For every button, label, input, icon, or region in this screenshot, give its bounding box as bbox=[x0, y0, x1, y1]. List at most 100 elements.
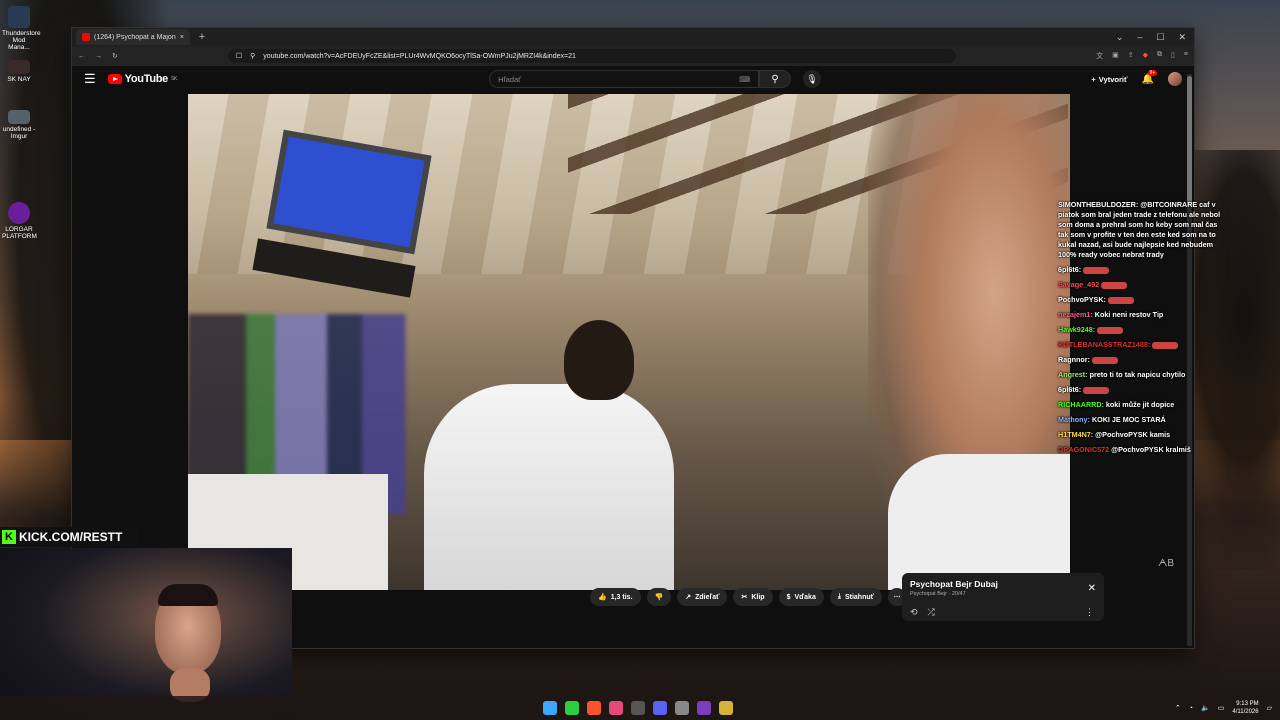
playlist-panel[interactable]: Psychopat Bejr Dubaj Psychopat Bejr - 20… bbox=[902, 573, 1104, 621]
reload-button[interactable]: ↻ bbox=[112, 52, 118, 60]
site-info-icon[interactable]: ⚲ bbox=[250, 52, 255, 60]
chat-username[interactable]: SIMONTHEBULDOZER: bbox=[1058, 200, 1138, 209]
maximize-button[interactable]: ☐ bbox=[1156, 32, 1164, 43]
hamburger-menu-icon[interactable]: ☰ bbox=[84, 71, 96, 87]
start-icon[interactable] bbox=[543, 701, 557, 715]
yellow-app-icon[interactable] bbox=[719, 701, 733, 715]
tab-bar: (1264) Psychopat a Majoner... × + ⌄ – ☐ … bbox=[72, 28, 1194, 46]
chat-username[interactable]: Hawk9248: bbox=[1058, 325, 1095, 334]
url-field[interactable]: ☐ ⚲ youtube.com/watch?v=AcFDEUyFcZE&list… bbox=[227, 49, 957, 63]
video-player[interactable] bbox=[188, 94, 1070, 590]
minimize-button[interactable]: – bbox=[1137, 32, 1142, 43]
chat-username[interactable]: Mathony: bbox=[1058, 415, 1090, 424]
download-button[interactable]: ⤓ Stiahnuť bbox=[829, 588, 882, 606]
desktop-icon-imgur[interactable]: undefined - Imgur bbox=[2, 110, 36, 140]
chat-username[interactable]: Ragnnor: bbox=[1058, 355, 1090, 364]
discord-icon[interactable] bbox=[653, 701, 667, 715]
chat-username[interactable]: 6pl6t6: bbox=[1058, 265, 1081, 274]
youtube-logo[interactable]: YouTube SK bbox=[107, 73, 178, 85]
scrollbar-thumb[interactable] bbox=[1187, 76, 1192, 206]
tab-close-icon[interactable]: × bbox=[180, 34, 184, 41]
chat-username[interactable]: KOTLEBANASSTRAZ1488: bbox=[1058, 340, 1150, 349]
pip-icon[interactable]: ▣ bbox=[1112, 51, 1119, 61]
extensions-icon[interactable]: ⧉ bbox=[1157, 51, 1162, 61]
chat-message: nezajem1: Koki neni restov Tip bbox=[1058, 310, 1226, 320]
voice-search-button[interactable]: 🎙 bbox=[803, 70, 822, 88]
menu-icon[interactable]: ≡ bbox=[1184, 51, 1188, 61]
bookmark-icon[interactable]: ☐ bbox=[236, 52, 242, 60]
clock-time: 9:13 PM bbox=[1236, 701, 1259, 707]
chat-text: @PochvoPYSK kralmiš bbox=[1111, 445, 1191, 454]
account-avatar[interactable] bbox=[1168, 72, 1182, 86]
chat-username[interactable]: Savage_492 bbox=[1058, 280, 1099, 289]
app-green-icon[interactable] bbox=[565, 701, 579, 715]
youtube-play-icon bbox=[107, 74, 122, 84]
clip-button[interactable]: ✂ Klip bbox=[733, 588, 773, 606]
tray-expand-icon[interactable]: ⌃ bbox=[1175, 704, 1181, 712]
clock-date: 4/11/2026 bbox=[1232, 709, 1259, 715]
shuffle-icon[interactable]: ⤮ bbox=[928, 607, 935, 618]
chat-emote-icon bbox=[1083, 266, 1110, 274]
purple-app-icon[interactable] bbox=[697, 701, 711, 715]
notifications-tray-icon[interactable]: ▱ bbox=[1267, 704, 1272, 712]
chat-username[interactable]: Angrest: bbox=[1058, 370, 1088, 379]
back-button[interactable]: ← bbox=[78, 53, 85, 60]
like-button[interactable]: 👍 1,3 tis. bbox=[590, 588, 641, 606]
search-button[interactable]: ⚲ bbox=[759, 70, 792, 88]
create-button[interactable]: + Vytvoriť bbox=[1091, 75, 1127, 84]
brave-icon[interactable] bbox=[587, 701, 601, 715]
translate-icon[interactable]: 文 bbox=[1096, 51, 1103, 61]
desktop-icon-sknay[interactable]: SK NAY bbox=[2, 60, 36, 83]
taskbar: ⌃ ◔ 🔈 ▭ 9:13 PM 4/11/2026 ▱ bbox=[0, 696, 1280, 720]
clock[interactable]: 9:13 PM 4/11/2026 bbox=[1232, 700, 1258, 716]
sknay-icon bbox=[8, 60, 30, 74]
chat-message: Ragnnor: bbox=[1058, 355, 1226, 365]
search-placeholder: Hľadať bbox=[498, 74, 521, 84]
chat-username[interactable]: RICHAARRD: bbox=[1058, 400, 1104, 409]
chat-message: PochvoPYSK: bbox=[1058, 295, 1226, 305]
share-button[interactable]: ↗ Zdieľať bbox=[677, 588, 728, 606]
battery-icon[interactable]: ▭ bbox=[1218, 704, 1225, 712]
chat-text: koki může jit dopice bbox=[1105, 400, 1175, 409]
video-scene-shirt-right bbox=[888, 454, 1070, 590]
download-icon: ⤓ bbox=[837, 593, 841, 600]
sidebar-toggle-icon[interactable]: ▯ bbox=[1171, 51, 1175, 61]
volume-icon[interactable]: 🔈 bbox=[1201, 704, 1210, 712]
chat-username[interactable]: 6pl6t6: bbox=[1058, 385, 1081, 394]
wifi-icon[interactable]: ◔ bbox=[1189, 705, 1193, 712]
settings-icon[interactable] bbox=[675, 701, 689, 715]
chat-message: Hawk9248: bbox=[1058, 325, 1226, 335]
playlist-controls: ⟲ ⤮ bbox=[910, 607, 935, 618]
chat-message: 6pl6t6: bbox=[1058, 385, 1226, 395]
desktop-icon-thunderstore[interactable]: Thunderstore Mod Mana... bbox=[2, 6, 41, 51]
imgur-icon bbox=[8, 110, 30, 124]
desktop-icon-lorgar[interactable]: LORGAR PLATFORM bbox=[2, 202, 37, 240]
close-window-button[interactable]: ✕ bbox=[1178, 32, 1186, 43]
playlist-close-icon[interactable]: ✕ bbox=[1088, 583, 1096, 594]
browser-tab[interactable]: (1264) Psychopat a Majoner... × bbox=[76, 29, 190, 45]
keyboard-icon[interactable]: ⌨ bbox=[739, 75, 750, 84]
chat-username[interactable]: DRAGONIC572 bbox=[1058, 445, 1109, 454]
playlist-menu-icon[interactable]: ⋮ bbox=[1085, 607, 1094, 618]
chat-text: KOKI JE MOC STARÁ bbox=[1091, 415, 1166, 424]
notifications-button[interactable]: 🔔 9+ bbox=[1142, 69, 1158, 85]
search-input[interactable]: Hľadať ⌨ bbox=[489, 70, 760, 88]
new-tab-button[interactable]: + bbox=[194, 31, 210, 43]
chat-message: Angrest: preto ti to tak napicu chytilo bbox=[1058, 370, 1226, 380]
pin-app-icon[interactable] bbox=[609, 701, 623, 715]
chat-username[interactable]: PochvoPYSK: bbox=[1058, 295, 1106, 304]
explorer-icon[interactable] bbox=[631, 701, 645, 715]
chat-username[interactable]: H1TM4N7: bbox=[1058, 430, 1093, 439]
loop-icon[interactable]: ⟲ bbox=[910, 607, 918, 618]
share-icon: ↗ bbox=[685, 594, 692, 601]
forward-button[interactable]: → bbox=[95, 53, 102, 60]
brave-shield-icon[interactable]: ◆ bbox=[1143, 51, 1148, 61]
chat-username[interactable]: nezajem1: bbox=[1058, 310, 1093, 319]
dislike-button[interactable]: 👎 bbox=[646, 588, 672, 606]
youtube-favicon-icon bbox=[82, 33, 90, 41]
country-code: SK bbox=[170, 76, 178, 82]
window-controls: ⌄ – ☐ ✕ bbox=[1116, 32, 1194, 43]
tab-list-icon[interactable]: ⌄ bbox=[1116, 32, 1124, 43]
share-page-icon[interactable]: ⇪ bbox=[1128, 51, 1134, 61]
thanks-button[interactable]: $ Vďaka bbox=[778, 588, 824, 606]
